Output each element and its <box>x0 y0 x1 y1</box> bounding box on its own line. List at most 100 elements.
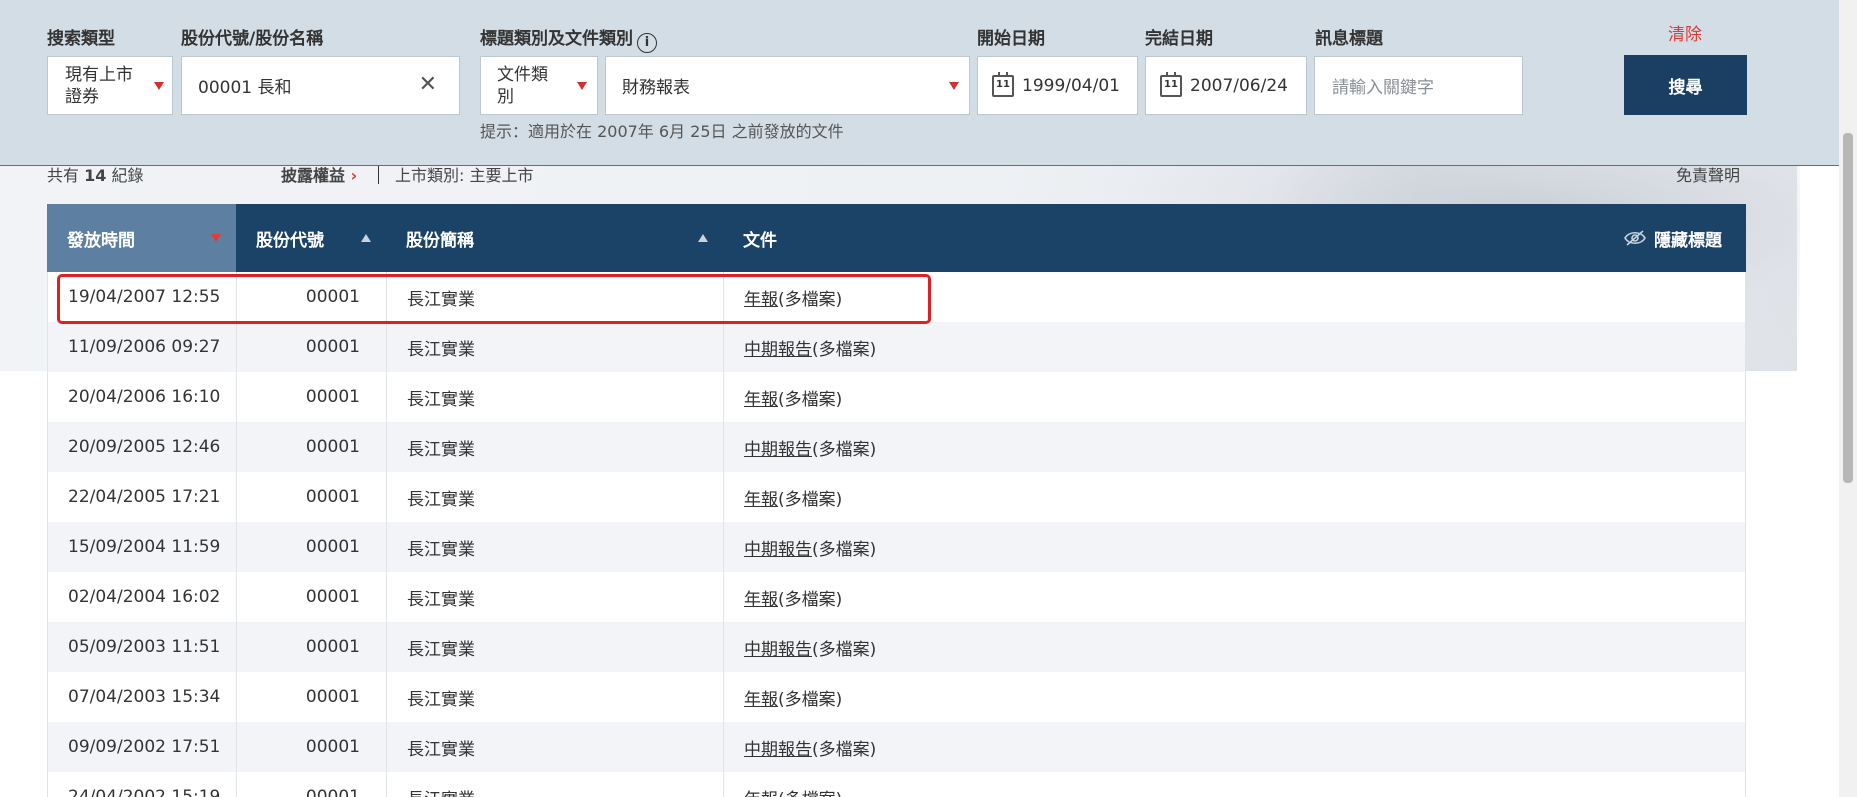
table-row: 20/09/2005 12:46 00001 長江實業 中期報告 (多檔案) <box>47 422 1746 472</box>
doc-type-select[interactable]: 文件類 別 <box>480 56 598 115</box>
table-row: 24/04/2002 15:1900001長江實業年報(多檔案) <box>47 772 1746 797</box>
cell-stock-code: 00001 <box>237 622 387 672</box>
col-header-document: 文件 <box>743 230 777 251</box>
document-link[interactable]: 年報 <box>744 485 778 510</box>
cell-stock-code: 00001 <box>237 522 387 572</box>
table-row: 05/09/2003 11:51 00001 長江實業 中期報告 (多檔案) <box>47 622 1746 672</box>
cell-stock-code: 00001 <box>237 772 387 797</box>
cell-stock-code: 00001 <box>237 272 387 322</box>
search-type-value-line1: 現有上市 <box>65 64 133 85</box>
cell-release-time: 15/09/2004 11:59 <box>48 522 237 572</box>
cell-stock-name: 長江實業 <box>387 422 724 472</box>
sort-asc-icon <box>361 234 371 242</box>
document-link[interactable]: 年報 <box>744 285 778 310</box>
table-row: 19/04/2007 12:55 00001 長江實業 年報 (多檔案) <box>47 272 1746 322</box>
cell-document: 年報(多檔案) <box>724 772 1745 797</box>
table-row: 20/04/2006 16:10 00001 長江實業 年報 (多檔案) <box>47 372 1746 422</box>
document-link[interactable]: 年報 <box>744 585 778 610</box>
cell-stock-code: 00001 <box>237 322 387 372</box>
cell-stock-code: 00001 <box>237 372 387 422</box>
search-button[interactable]: 搜尋 <box>1624 55 1747 115</box>
cell-stock-name: 長江實業 <box>387 772 724 797</box>
cell-release-time: 24/04/2002 15:19 <box>48 772 237 797</box>
end-date-value: 2007/06/24 <box>1190 75 1288 96</box>
cell-document: 中期報告 (多檔案) <box>724 422 1745 472</box>
table-row: 22/04/2005 17:21 00001 長江實業 年報 (多檔案) <box>47 472 1746 522</box>
search-panel: 搜索類型 股份代號/股份名稱 標題類別及文件類別 i 開始日期 完結日期 訊息標題… <box>0 0 1857 166</box>
close-icon[interactable]: ✕ <box>419 72 437 97</box>
doc-type-value-line1: 文件類 <box>497 64 548 85</box>
document-suffix: (多檔案) <box>778 589 843 610</box>
clear-link[interactable]: 清除 <box>1668 20 1702 45</box>
cell-document: 年報(多檔案) <box>724 372 1745 422</box>
table-body: 19/04/2007 12:55 00001 長江實業 年報 (多檔案) 11/09/20… <box>47 272 1746 797</box>
document-link[interactable]: 中期報告 <box>744 535 812 560</box>
chevron-down-icon <box>949 82 959 90</box>
doc-subtype-value: 財務報表 <box>622 78 690 98</box>
search-type-select[interactable]: 現有上市 證券 <box>47 56 173 115</box>
document-suffix: (多檔案) <box>812 639 877 660</box>
start-date-input[interactable]: 11 1999/04/01 <box>977 56 1138 115</box>
chevron-right-icon: › <box>345 166 358 185</box>
table-row: 15/09/2004 11:59 00001 長江實業 中期報告 (多檔案) <box>47 522 1746 572</box>
cell-stock-name: 長江實業 <box>387 572 724 622</box>
col-header-stock-name[interactable]: 股份簡稱 <box>386 204 723 272</box>
document-suffix: (多檔案) <box>778 689 843 710</box>
cell-stock-code: 00001 <box>237 572 387 622</box>
cell-stock-name: 長江實業 <box>387 322 724 372</box>
cell-document: 中期報告 (多檔案) <box>724 322 1745 372</box>
col-header-release-time[interactable]: 發放時間 <box>47 204 236 272</box>
headline-placeholder: 請輸入關鍵字 <box>1332 78 1434 98</box>
cell-document: 中期報告 (多檔案) <box>724 722 1745 772</box>
search-type-value-line2: 證券 <box>65 86 99 107</box>
cell-document: 年報(多檔案) <box>724 572 1745 622</box>
cell-stock-name: 長江實業 <box>387 622 724 672</box>
table-header: 發放時間 股份代號 股份簡稱 文件 隱藏標題 <box>47 204 1746 272</box>
document-link[interactable]: 中期報告 <box>744 335 812 360</box>
end-date-label: 完結日期 <box>1145 29 1213 49</box>
cell-stock-code: 00001 <box>237 672 387 722</box>
document-link[interactable]: 年報 <box>744 385 778 410</box>
cell-release-time: 22/04/2005 17:21 <box>48 472 237 522</box>
document-suffix: (多檔案) <box>812 539 877 560</box>
info-icon[interactable]: i <box>637 33 657 53</box>
cell-document: 年報(多檔案) <box>724 672 1745 722</box>
cell-stock-code: 00001 <box>237 722 387 772</box>
scrollbar[interactable] <box>1839 0 1857 797</box>
sort-asc-icon <box>698 234 708 242</box>
stock-input[interactable]: 00001 長和 ✕ <box>181 56 460 115</box>
document-link[interactable]: 中期報告 <box>744 735 812 760</box>
cell-stock-name: 長江實業 <box>387 372 724 422</box>
cell-stock-name: 長江實業 <box>387 472 724 522</box>
cell-release-time: 20/04/2006 16:10 <box>48 372 237 422</box>
document-suffix: (多檔案) <box>812 739 877 760</box>
col-header-stock-code[interactable]: 股份代號 <box>236 204 386 272</box>
cell-release-time: 19/04/2007 12:55 <box>48 272 237 322</box>
scrollbar-thumb[interactable] <box>1843 133 1853 483</box>
end-date-input[interactable]: 11 2007/06/24 <box>1145 56 1307 115</box>
search-hint: 提示：適用於在 2007年 6月 25日 之前發放的文件 <box>480 122 844 141</box>
search-type-label: 搜索類型 <box>47 29 115 49</box>
document-link[interactable]: 年報 <box>744 785 778 797</box>
cell-stock-name: 長江實業 <box>387 522 724 572</box>
cell-release-time: 11/09/2006 09:27 <box>48 322 237 372</box>
document-suffix: (多檔案) <box>778 785 842 797</box>
doc-type-value-line2: 別 <box>497 86 514 107</box>
stock-input-value: 00001 長和 <box>198 78 292 98</box>
calendar-icon: 11 <box>1160 71 1182 97</box>
doc-subtype-select[interactable]: 財務報表 <box>605 56 970 115</box>
headline-input[interactable]: 請輸入關鍵字 <box>1314 56 1523 115</box>
document-link[interactable]: 年報 <box>744 685 778 710</box>
sort-desc-icon <box>211 234 221 242</box>
start-date-label: 開始日期 <box>977 29 1045 49</box>
category-label: 標題類別及文件類別 i <box>480 24 657 53</box>
cell-release-time: 05/09/2003 11:51 <box>48 622 237 672</box>
cell-document: 年報(多檔案) <box>724 472 1745 522</box>
hide-title-toggle[interactable]: 隱藏標題 <box>1624 204 1722 272</box>
document-link[interactable]: 中期報告 <box>744 635 812 660</box>
cell-stock-name: 長江實業 <box>387 272 724 322</box>
document-suffix: (多檔案) <box>778 389 843 410</box>
chevron-down-icon <box>577 82 587 90</box>
document-link[interactable]: 中期報告 <box>744 435 812 460</box>
cell-stock-code: 00001 <box>237 422 387 472</box>
